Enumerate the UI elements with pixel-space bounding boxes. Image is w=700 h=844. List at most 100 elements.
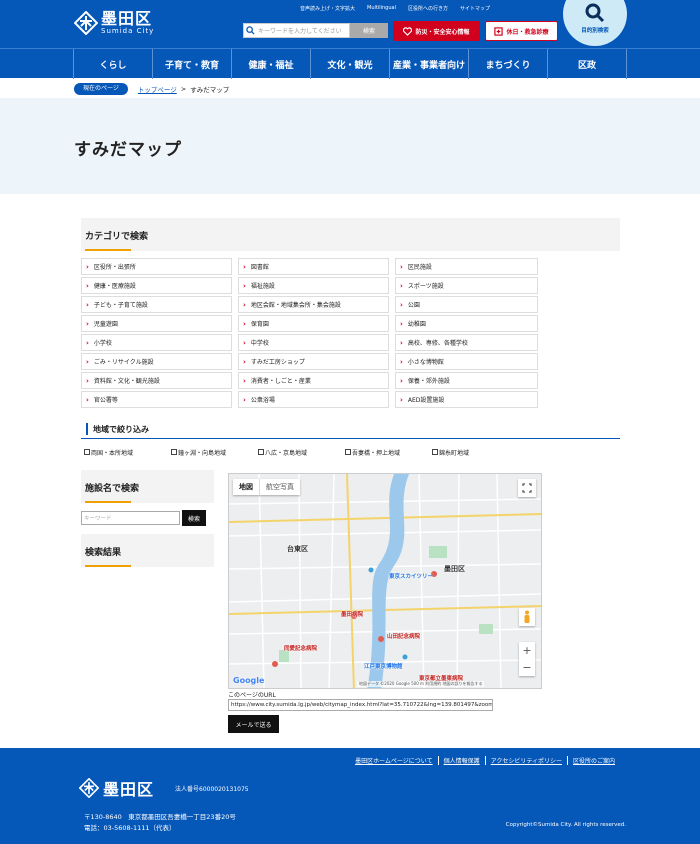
category-item-junior-high[interactable]: › 中学校 — [238, 334, 389, 351]
category-item-citizen-facility[interactable]: › 区民施設 — [395, 258, 538, 275]
map-label-doai-hospital: 同愛記念病院 — [284, 646, 318, 652]
footer-logo: 墨田区 — [79, 776, 154, 800]
category-item-resort[interactable]: › 保養・郊外施設 — [395, 372, 538, 389]
category-item-public-office[interactable]: › 官公署等 — [81, 391, 232, 408]
category-item-kindergarten[interactable]: › 幼稚園 — [395, 315, 538, 332]
chevron-right-icon: › — [243, 300, 246, 309]
fullscreen-button[interactable] — [518, 479, 536, 497]
category-item-workshop-shop[interactable]: › すみだ工房ショップ — [238, 353, 389, 370]
util-link-accessibility[interactable]: 音声読み上げ・文字拡大 — [300, 5, 355, 12]
chevron-right-icon: › — [243, 262, 246, 271]
chevron-right-icon: › — [400, 357, 403, 366]
map-attribution[interactable]: 地図データ ©2020 Google 500 m 利用規約 地図の誤りを報告する — [357, 681, 485, 687]
chevron-right-icon: › — [243, 319, 246, 328]
map-label-sumida: 墨田区 — [444, 565, 465, 573]
util-link-sitemap[interactable]: サイトマップ — [460, 5, 490, 12]
breadcrumb-top-link[interactable]: トップページ — [138, 84, 177, 94]
chevron-right-icon: › — [243, 357, 246, 366]
chevron-right-icon: › — [243, 395, 246, 404]
category-list: › 区役所・出張所 › 図書館 › 区民施設 › 健康・医療施設 › 福祉施設 › スポーツ… — [81, 258, 539, 408]
site-search-button[interactable]: 検索 — [350, 23, 388, 38]
site-footer: 墨田区ホームページについて 個人情報保護 アクセシビリティポリシー 区役所のご案… — [0, 748, 700, 844]
util-link-access[interactable]: 区役所への行き方 — [408, 5, 448, 12]
google-logo: Google — [233, 676, 265, 685]
utility-links: 音声読み上げ・文字拡大 Multilingual 区役所への行き方 サイトマップ — [300, 5, 490, 12]
send-mail-button[interactable]: メールで送る — [228, 715, 279, 733]
map-label-taito: 台東区 — [287, 545, 308, 553]
util-link-multilingual[interactable]: Multilingual — [367, 5, 396, 12]
global-nav: くらし 子育て・教育 健康・福祉 文化・観光 産業・事業者向け まちづくり 区政 — [0, 48, 700, 79]
chevron-right-icon: › — [243, 338, 246, 347]
page-url-label: このページのURL — [228, 692, 276, 699]
purpose-search-button[interactable]: 目的別検索 — [563, 0, 627, 46]
current-page-badge: 現在のページ — [74, 82, 128, 95]
nav-item-administration[interactable]: 区政 — [547, 49, 627, 79]
footer-logo-text: 墨田区 — [103, 780, 155, 799]
chevron-right-icon: › — [86, 395, 89, 404]
page-url-field[interactable]: https://www.city.sumida.lg.jp/web/cityma… — [228, 699, 493, 711]
category-item-ward-office[interactable]: › 区役所・出張所 — [81, 258, 232, 275]
area-checkbox-ryogoku[interactable]: 両国・本所地域 — [84, 447, 171, 457]
category-item-recycling[interactable]: › ごみ・リサイクル施設 — [81, 353, 232, 370]
nav-item-town-planning[interactable]: まちづくり — [468, 49, 547, 79]
site-search: キーワードを入力してください 検索 — [243, 23, 388, 38]
category-item-public-bath[interactable]: › 公衆浴場 — [238, 391, 389, 408]
category-item-consumer-work[interactable]: › 消費者・しごと・産業 — [238, 372, 389, 389]
category-item-sports[interactable]: › スポーツ施設 — [395, 277, 538, 294]
nav-item-childcare-education[interactable]: 子育て・教育 — [152, 49, 231, 79]
map-tab-satellite[interactable]: 航空写真 — [259, 479, 300, 495]
map-tab-roadmap[interactable]: 地図 — [233, 479, 259, 495]
heading-underline — [85, 249, 131, 251]
search-icon — [246, 26, 255, 35]
category-item-nursery[interactable]: › 保育園 — [238, 315, 389, 332]
area-checkbox-yahiro[interactable]: 八広・京島地域 — [258, 447, 345, 457]
site-search-input[interactable]: キーワードを入力してください — [243, 23, 350, 38]
category-item-welfare[interactable]: › 福祉施設 — [238, 277, 389, 294]
checkbox[interactable] — [432, 449, 438, 455]
category-item-community-hall[interactable]: › 地区会館・地域集会所・集会施設 — [238, 296, 389, 313]
category-item-playground[interactable]: › 児童遊園 — [81, 315, 232, 332]
pegman-icon — [524, 610, 530, 623]
checkbox[interactable] — [171, 449, 177, 455]
area-checkbox-kanegafuchi[interactable]: 鐘ヶ淵・向島地域 — [171, 447, 258, 457]
nav-item-health-welfare[interactable]: 健康・福祉 — [231, 49, 310, 79]
magnifier-icon — [585, 3, 605, 23]
nav-item-industry[interactable]: 産業・事業者向け — [389, 49, 468, 79]
category-item-small-museum[interactable]: › 小さな博物館 — [395, 353, 538, 370]
chevron-right-icon: › — [86, 319, 89, 328]
zoom-out-button[interactable]: − — [522, 659, 531, 676]
category-item-museum-tourism[interactable]: › 資料館・文化・観光施設 — [81, 372, 232, 389]
category-item-library[interactable]: › 図書館 — [238, 258, 389, 275]
category-item-medical[interactable]: › 健康・医療施設 — [81, 277, 232, 294]
zoom-in-button[interactable]: + — [522, 642, 531, 659]
checkbox[interactable] — [258, 449, 264, 455]
checkbox[interactable] — [84, 449, 90, 455]
category-item-elementary-school[interactable]: › 小学校 — [81, 334, 232, 351]
facility-search-button[interactable]: 検索 — [182, 510, 206, 526]
facility-keyword-input[interactable]: キーワード — [81, 511, 180, 525]
holiday-clinic-button[interactable]: 休日・救急診療 — [485, 21, 558, 41]
nav-item-culture-tourism[interactable]: 文化・観光 — [310, 49, 389, 79]
street-view-pegman[interactable] — [519, 608, 535, 626]
nav-item-living[interactable]: くらし — [73, 49, 152, 79]
footer-link-privacy[interactable]: 個人情報保護 — [437, 756, 485, 765]
category-item-aed[interactable]: › AED設置施設 — [395, 391, 538, 408]
category-item-park[interactable]: › 公園 — [395, 296, 538, 313]
checkbox[interactable] — [345, 449, 351, 455]
category-item-childcare[interactable]: › 子ども・子育て施設 — [81, 296, 232, 313]
footer-link-accessibility[interactable]: アクセシビリティポリシー — [484, 756, 567, 765]
clinic-icon — [494, 26, 504, 36]
footer-link-office-guide[interactable]: 区役所のご案内 — [566, 756, 620, 765]
site-logo[interactable]: 墨田区 Sumida City — [74, 10, 154, 35]
area-checkbox-kinshicho[interactable]: 錦糸町地域 — [432, 447, 519, 457]
category-item-high-school[interactable]: › 高校、専修、各種学校 — [395, 334, 538, 351]
breadcrumb: 現在のページ トップページ > すみだマップ — [74, 82, 229, 95]
map-tiles — [229, 474, 541, 688]
area-checkbox-azumabashi[interactable]: 吾妻橋・押上地域 — [345, 447, 432, 457]
disaster-info-button[interactable]: 防災・安全安心情報 — [393, 21, 480, 41]
footer-link-about[interactable]: 墨田区ホームページについて — [350, 756, 438, 765]
copyright: Copyright©Sumida City. All rights reserv… — [505, 822, 626, 828]
map-view[interactable]: 地図 航空写真 + − 台東区 墨田区 東京スカイツリー 墨田病院 山田記念病院… — [228, 473, 542, 689]
chevron-right-icon: › — [243, 376, 246, 385]
facility-search-heading-box: 施設名で検索 — [81, 470, 214, 503]
